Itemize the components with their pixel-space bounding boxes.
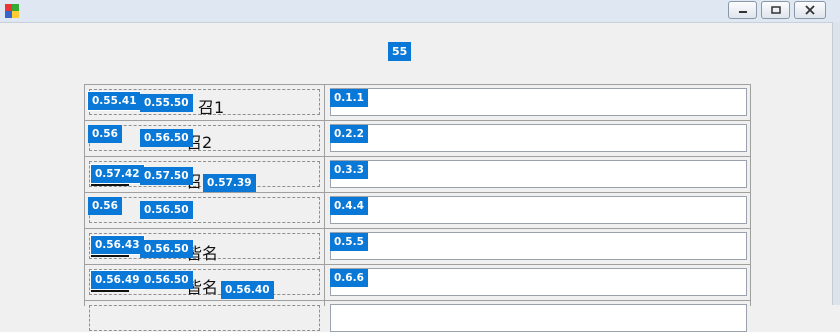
field-badge: 0.55.41 xyxy=(87,91,141,111)
row-divider xyxy=(85,300,750,301)
value-badge: 0.1.1 xyxy=(330,89,368,107)
field-badge: 0.56.50 xyxy=(140,240,193,258)
field-badge: 0.56.43 xyxy=(90,235,145,255)
value-badge: 0.2.2 xyxy=(330,125,368,143)
value-badge: 0.6.6 xyxy=(330,269,368,287)
value-textbox[interactable] xyxy=(330,268,747,296)
field-badge: 0.56.50 xyxy=(140,129,193,147)
field-badge: 0.57.39 xyxy=(203,174,256,192)
window-border xyxy=(832,22,840,305)
field-badge: 0.56 xyxy=(88,125,122,143)
value-badge: 0.3.3 xyxy=(330,161,368,179)
form-table: 召1 0.55.41 0.55.50 0.1.1 召2 0.56 0.56.50… xyxy=(84,84,751,332)
restore-icon xyxy=(770,6,781,14)
underline xyxy=(91,184,129,186)
header-badge: 55 xyxy=(388,42,412,61)
value-badge: 0.4.4 xyxy=(330,197,368,215)
row-divider xyxy=(85,192,750,193)
field-badge: 0.56.49 xyxy=(90,270,145,290)
row-divider xyxy=(85,120,750,121)
value-textbox[interactable] xyxy=(330,304,747,332)
value-badge: 0.5.5 xyxy=(330,233,368,251)
value-textbox[interactable] xyxy=(330,124,747,152)
field-badge: 0.55.50 xyxy=(140,94,193,112)
minimize-button[interactable] xyxy=(728,1,757,19)
row-label: 召1 xyxy=(198,98,225,117)
field-badge: 0.57.50 xyxy=(140,167,193,185)
field-badge: 0.57.42 xyxy=(90,164,145,184)
field-badge: 0.56.50 xyxy=(140,201,193,219)
row-divider xyxy=(85,228,750,229)
row-divider xyxy=(85,264,750,265)
value-textbox[interactable] xyxy=(330,232,747,260)
underline xyxy=(91,290,129,292)
title-bar xyxy=(0,0,840,23)
value-textbox[interactable] xyxy=(330,196,747,224)
minimize-icon xyxy=(738,11,747,13)
value-textbox[interactable] xyxy=(330,88,747,116)
close-icon xyxy=(805,5,815,15)
app-icon xyxy=(5,4,19,18)
underline xyxy=(91,255,129,257)
maximize-button[interactable] xyxy=(761,1,790,19)
field-badge: 0.56 xyxy=(88,197,122,215)
field-badge: 0.56.50 xyxy=(140,271,193,289)
column-divider xyxy=(324,85,325,306)
label-cell xyxy=(89,305,320,331)
field-badge: 0.56.40 xyxy=(221,281,274,299)
close-button[interactable] xyxy=(794,1,826,19)
row-divider xyxy=(85,156,750,157)
value-textbox[interactable] xyxy=(330,160,747,188)
label-cell xyxy=(89,197,320,223)
